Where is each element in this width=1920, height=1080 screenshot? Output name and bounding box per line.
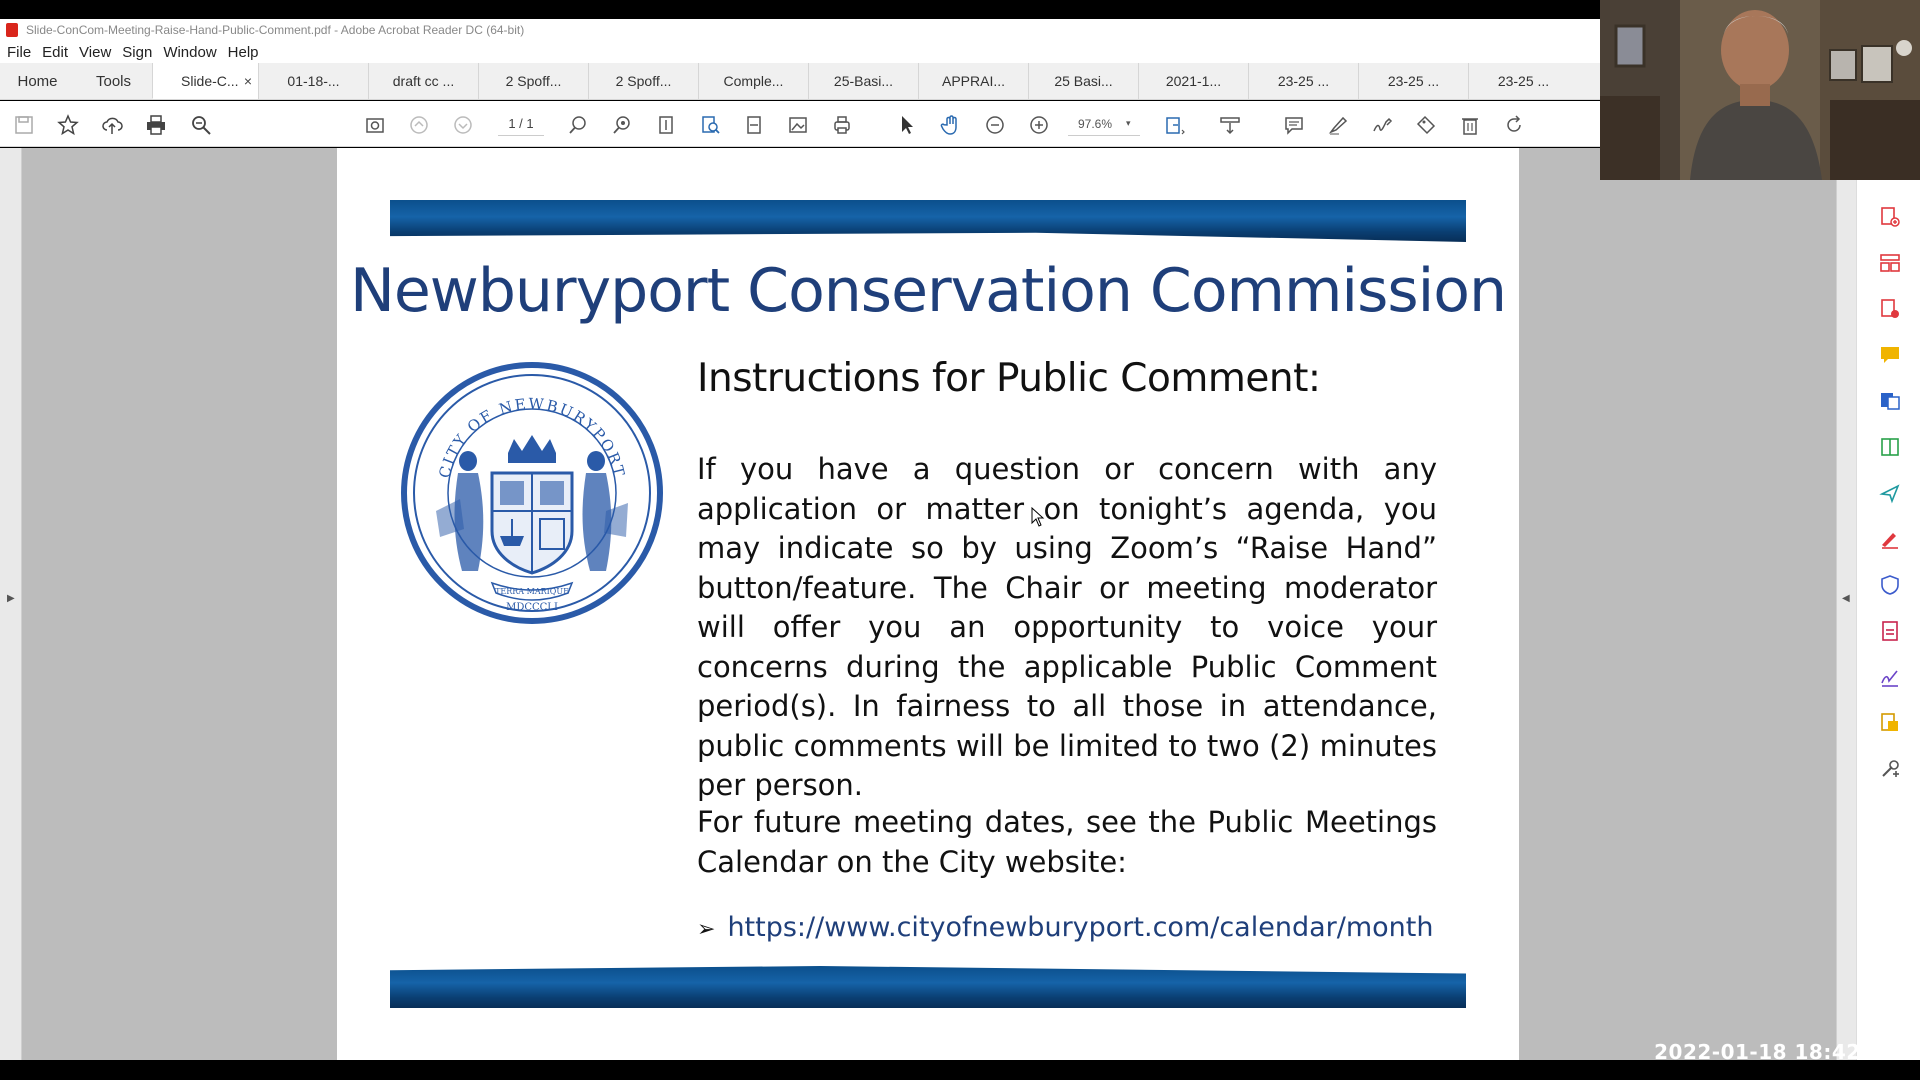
header-banner <box>390 200 1466 242</box>
tab-document[interactable]: 25-Basi... <box>808 63 918 99</box>
expand-left-pane-icon[interactable]: ▶ <box>7 593 15 604</box>
page-up-icon[interactable] <box>407 113 431 137</box>
tab-bar: Home Tools Slide-C... × 01-18-... draft … <box>0 63 1600 100</box>
bottom-black-bar <box>0 1060 1920 1080</box>
menu-file[interactable]: File <box>7 44 31 61</box>
select-cursor-icon[interactable] <box>895 113 919 137</box>
collapse-right-pane-icon[interactable]: ◀ <box>1842 593 1850 604</box>
instructions-heading: Instructions for Public Comment: <box>697 356 1321 401</box>
document-title: Newburyport Conservation Commission <box>349 256 1507 326</box>
combine-icon[interactable] <box>1879 436 1901 458</box>
print-alt-icon[interactable] <box>830 113 854 137</box>
page-down-icon[interactable] <box>451 113 475 137</box>
menu-window[interactable]: Window <box>163 44 216 61</box>
customize-icon[interactable] <box>1879 758 1901 780</box>
image-icon[interactable] <box>786 113 810 137</box>
seal-motto-text: TERRA MARIQUE <box>495 587 569 596</box>
request-sign-icon[interactable] <box>1879 666 1901 688</box>
future-dates-text: For future meeting dates, see the Public… <box>697 805 1437 879</box>
main-toolbar <box>0 101 1600 147</box>
send-icon[interactable] <box>1879 482 1901 504</box>
zoom-value: 97.6% <box>1078 116 1113 131</box>
tab-tools[interactable]: Tools <box>75 63 152 99</box>
footer-banner <box>390 966 1466 1008</box>
right-pane-toggle[interactable]: ◀ <box>1836 148 1856 1060</box>
zoom-find-icon[interactable] <box>610 113 634 137</box>
mouse-cursor-icon <box>1031 507 1045 527</box>
tab-document[interactable]: 23-25 ... <box>1468 63 1578 99</box>
export-pdf-icon[interactable] <box>1879 298 1901 320</box>
menu-sign[interactable]: Sign <box>122 44 152 61</box>
more-tools-icon[interactable] <box>1879 712 1901 734</box>
tab-document[interactable]: APPRAI... <box>918 63 1028 99</box>
city-seal-logo: CITY OF NEWBURYPORT TERRA MARIQUE MDCCCL… <box>401 362 663 624</box>
calendar-link[interactable]: https://www.cityofnewburyport.com/calend… <box>727 912 1433 943</box>
print-icon[interactable] <box>144 113 168 137</box>
stamp-icon[interactable] <box>1414 113 1438 137</box>
sign-icon[interactable] <box>1370 113 1394 137</box>
arrow-bullet-icon: ➢ <box>697 917 716 942</box>
tab-active-document[interactable]: Slide-C... × <box>152 63 258 99</box>
comment-panel-icon[interactable] <box>1879 344 1901 366</box>
tab-document[interactable]: 23-25 ... <box>1358 63 1468 99</box>
webcam-video-overlay <box>1600 0 1920 180</box>
comment-icon[interactable] <box>1282 113 1306 137</box>
page-fit-icon[interactable] <box>654 113 678 137</box>
window-title-bar: Slide-ConCom-Meeting-Raise-Hand-Public-C… <box>0 19 1600 41</box>
search-zoom-icon[interactable] <box>189 113 213 137</box>
snapshot-icon[interactable] <box>363 113 387 137</box>
tab-document[interactable]: 2 Spoff... <box>588 63 698 99</box>
tab-document[interactable]: 01-18-... <box>258 63 368 99</box>
organize-pages-icon[interactable] <box>1879 252 1901 274</box>
tab-home[interactable]: Home <box>0 63 75 99</box>
tab-document[interactable]: 2021-1... <box>1138 63 1248 99</box>
search-icon[interactable] <box>566 113 590 137</box>
tab-close-icon[interactable]: × <box>244 73 252 89</box>
create-pdf-icon[interactable] <box>1879 206 1901 228</box>
menu-help[interactable]: Help <box>228 44 259 61</box>
menu-view[interactable]: View <box>79 44 111 61</box>
tab-document[interactable]: 23-25 ... <box>1248 63 1358 99</box>
zoom-out-icon[interactable] <box>983 113 1007 137</box>
compress-icon[interactable] <box>1879 620 1901 642</box>
export-icon[interactable] <box>1163 113 1187 137</box>
chevron-down-icon: ▾ <box>1126 118 1131 128</box>
delete-icon[interactable] <box>1458 113 1482 137</box>
upload-cloud-icon[interactable] <box>100 113 124 137</box>
find-icon[interactable] <box>698 113 722 137</box>
right-tools-panel <box>1856 180 1920 1060</box>
page-number-input[interactable]: 1 / 1 <box>498 112 544 136</box>
rotate-icon[interactable] <box>1502 113 1526 137</box>
read-mode-icon[interactable] <box>1218 113 1242 137</box>
tab-document[interactable]: 25 Basi... <box>1028 63 1138 99</box>
pdf-app-icon <box>6 23 18 37</box>
edit-pdf-icon[interactable] <box>1879 390 1901 412</box>
hand-tool-icon[interactable] <box>939 113 963 137</box>
calendar-link-line: ➢ https://www.cityofnewburyport.com/calen… <box>697 912 1433 943</box>
seal-year-text: MDCCCLI <box>506 602 558 613</box>
tab-document[interactable]: draft cc ... <box>368 63 478 99</box>
recording-timestamp: 2022-01-18 18:42:15 <box>1654 1040 1898 1064</box>
screen: Slide-ConCom-Meeting-Raise-Hand-Public-C… <box>0 0 1920 1080</box>
tab-active-label: Slide-C... <box>181 72 239 89</box>
tab-document[interactable]: Comple... <box>698 63 808 99</box>
zoom-level-select[interactable]: 97.6% ▾ <box>1068 112 1140 136</box>
highlight-pen-icon[interactable] <box>1326 113 1350 137</box>
webcam-feed-image <box>1600 0 1920 180</box>
left-navigation-pane[interactable]: ▶ <box>0 148 22 1060</box>
fit-width-icon[interactable] <box>742 113 766 137</box>
window-title: Slide-ConCom-Meeting-Raise-Hand-Public-C… <box>26 23 525 37</box>
menu-edit[interactable]: Edit <box>42 44 68 61</box>
zoom-in-icon[interactable] <box>1027 113 1051 137</box>
save-icon[interactable] <box>12 113 36 137</box>
fill-sign-icon[interactable] <box>1879 528 1901 550</box>
instructions-body: If you have a question or concern with a… <box>697 452 1437 802</box>
menu-bar: File Edit View Sign Window Help <box>0 41 1600 63</box>
tab-document[interactable]: 2 Spoff... <box>478 63 588 99</box>
bookmark-star-icon[interactable] <box>56 113 80 137</box>
pdf-page: Newburyport Conservation Commission CITY… <box>337 148 1519 1060</box>
protect-icon[interactable] <box>1879 574 1901 596</box>
